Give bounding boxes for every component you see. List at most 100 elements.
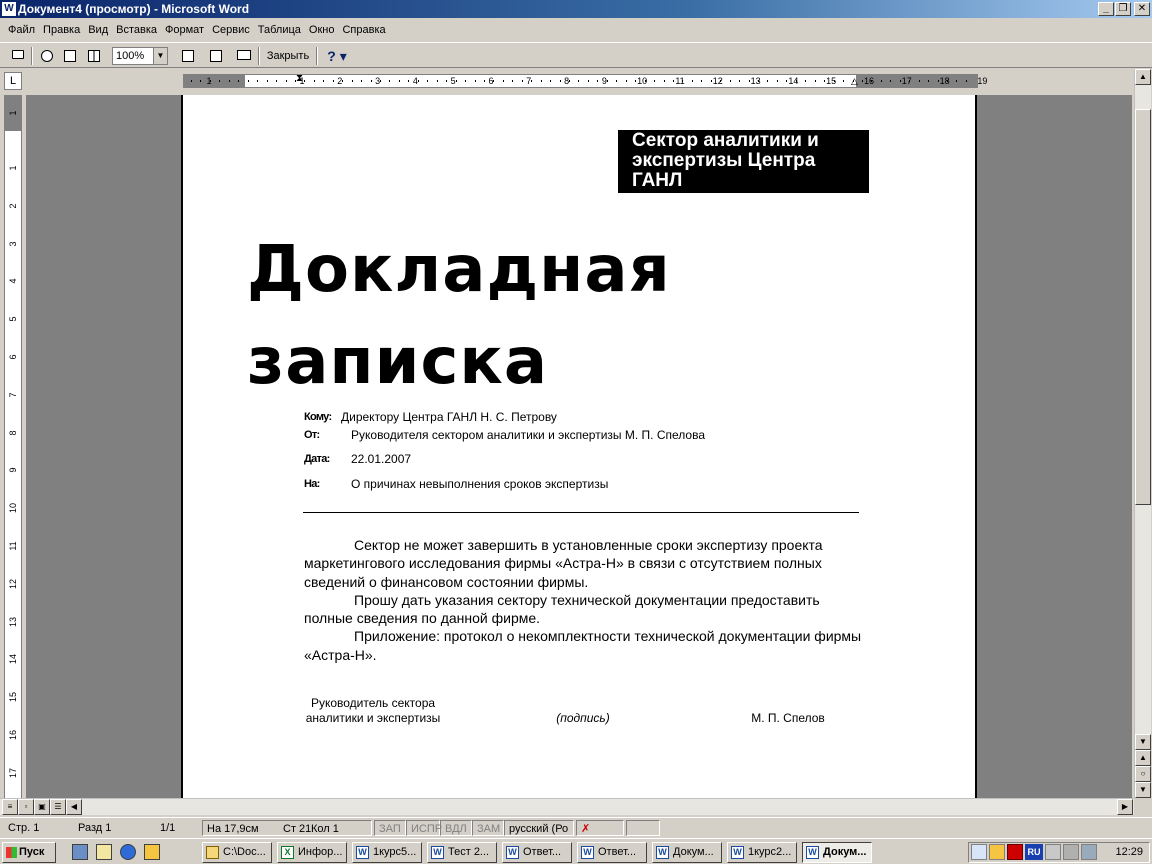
ruler-number: 19 [977,76,988,86]
status-track-changes[interactable]: ИСПР [406,820,442,836]
print-layout-icon[interactable]: ▣ [34,799,50,815]
shrink-to-fit-icon[interactable] [206,46,226,66]
status-section: Разд 1 [78,822,112,834]
spelling-status-icon[interactable]: ✗ [576,820,624,836]
ruler-number: 2 [8,203,18,209]
ruler-tick [814,80,816,82]
ruler-tick [540,80,542,82]
status-overtype[interactable]: ЗАМ [472,820,504,836]
ruler-tick [502,80,504,82]
tray-icon[interactable] [971,844,987,860]
taskbar-item[interactable]: W Ответ... [502,842,572,863]
normal-view-icon[interactable]: ≡ [2,799,18,815]
print-preview-toolbar: 100% ▼ Закрыть ? ▾ [0,42,1152,68]
tray-icon[interactable] [989,844,1005,860]
ruler-tick [786,80,788,82]
ruler-tick [965,80,967,82]
menu-view[interactable]: Вид [84,20,112,40]
ruler-tick [635,80,637,82]
ruler-tick [228,80,230,82]
quick-launch-icon[interactable] [144,844,160,860]
menu-tools[interactable]: Сервис [208,20,254,40]
ruler-tick [776,80,778,82]
start-button[interactable]: Пуск [2,842,56,863]
ruler-tick [285,80,287,82]
zoom-select[interactable]: 100% ▼ [112,47,168,65]
status-pages: 1/1 [160,822,176,834]
web-view-icon[interactable]: ▫ [18,799,34,815]
status-language[interactable]: русский (Ро [504,820,574,836]
ruler-number: 13 [8,616,18,627]
document-page[interactable]: Сектор аналитики и экспертизы Центра ГАН… [181,95,977,798]
one-page-icon[interactable] [60,46,80,66]
next-page-icon[interactable]: ▼ [1135,782,1151,798]
close-preview-button[interactable]: Закрыть [262,46,314,66]
close-window-button[interactable]: ✕ [1134,2,1150,16]
ruler-tick [266,80,268,82]
show-desktop-icon[interactable] [72,844,88,860]
scroll-up-icon[interactable]: ▲ [1135,69,1151,85]
ruler-tick [606,80,608,82]
print-icon[interactable] [8,46,28,66]
taskbar-item[interactable]: W Ответ... [577,842,647,863]
menu-help[interactable]: Справка [338,20,389,40]
ruler-tick [483,80,485,82]
select-browse-object-icon[interactable]: ○ [1135,766,1151,782]
status-rec[interactable]: ЗАП [374,820,406,836]
tab-selector[interactable]: L [4,72,22,90]
ruler-tick [191,80,192,82]
menu-table[interactable]: Таблица [254,20,305,40]
menu-edit[interactable]: Правка [39,20,84,40]
ruler-number: 3 [375,76,381,86]
scroll-thumb[interactable] [1135,109,1151,505]
taskbar-item-active[interactable]: W Докум... [802,842,872,863]
speaker-icon[interactable] [1063,844,1079,860]
ruler-tick [909,80,911,82]
menu-file[interactable]: Файл [4,20,39,40]
horizontal-ruler[interactable]: 112345678910111213141516171819⧗△ [183,73,987,88]
network-icon[interactable] [1081,844,1097,860]
vertical-scrollbar[interactable]: ▲ ▼ ▲ ○ ▼ [1134,69,1151,798]
taskbar-item[interactable]: W 1курс5... [352,842,422,863]
scroll-left-icon[interactable]: ◀ [66,799,82,815]
document-title-line1: Докладная [247,233,671,307]
ruler-tick [531,80,533,82]
right-indent-marker-icon[interactable]: △ [851,76,858,87]
taskbar-item[interactable]: W 1курс2... [727,842,797,863]
ruler-tick [276,80,278,82]
ruler-tick [720,80,722,82]
status-position-group: На 17,9см Ст 21 Кол 1 [202,820,372,836]
internet-explorer-icon[interactable] [120,844,136,860]
taskbar-item[interactable]: C:\Doc... [202,842,272,863]
divider-line [303,512,859,513]
horizontal-scrollbar[interactable]: ≡ ▫ ▣ ☰ ◀ ▶ [0,798,1134,815]
full-screen-icon[interactable] [234,46,254,66]
notepad-icon[interactable] [96,844,112,860]
taskbar-item[interactable]: X Инфор... [277,842,347,863]
menu-format[interactable]: Формат [161,20,208,40]
menu-window[interactable]: Окно [305,20,339,40]
previous-page-icon[interactable]: ▲ [1135,750,1151,766]
taskbar-item[interactable]: W Тест 2... [427,842,497,863]
magnifier-icon[interactable] [37,46,57,66]
taskbar-item[interactable]: W Докум... [652,842,722,863]
indent-marker-icon[interactable]: ⧗ [296,73,303,84]
scroll-down-icon[interactable]: ▼ [1135,734,1151,750]
restore-button[interactable]: ❐ [1115,2,1131,16]
language-indicator[interactable]: RU [1025,844,1043,860]
ruler-tick [559,80,561,82]
help-icon[interactable]: ? ▾ [320,46,354,66]
view-ruler-icon[interactable] [178,46,198,66]
antivirus-icon[interactable] [1007,844,1023,860]
tray-icon[interactable] [1045,844,1061,860]
outline-view-icon[interactable]: ☰ [50,799,66,815]
menu-insert[interactable]: Вставка [112,20,161,40]
minimize-button[interactable]: _ [1098,2,1114,16]
status-extend[interactable]: ВДЛ [440,820,472,836]
ruler-number: 14 [788,76,799,86]
scroll-right-icon[interactable]: ▶ [1117,799,1133,815]
system-tray: RU 12:29 [968,842,1150,863]
ruler-tick [843,80,845,82]
vertical-ruler[interactable]: 1 1 2 3 4 5 6 7 8 9 10 11 12 13 14 15 16 17 [4,95,22,798]
multiple-pages-icon[interactable] [84,46,104,66]
